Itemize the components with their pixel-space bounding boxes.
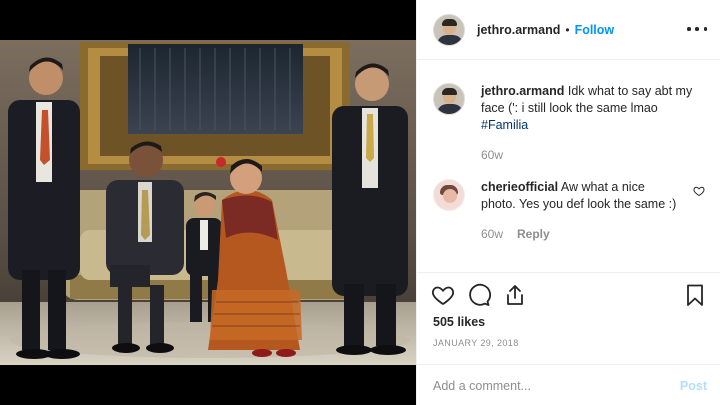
post-actions: 505 likes JANUARY 29, 2018 Post xyxy=(417,272,720,405)
caption: jethro.armand Idk what to say abt my fac… xyxy=(433,83,705,162)
post-sidebar: jethro.armand • Follow jethro.armand Idk… xyxy=(416,0,720,405)
comment-like-icon[interactable] xyxy=(693,185,705,197)
follow-button[interactable]: Follow xyxy=(575,23,615,37)
post-photo-pane xyxy=(0,0,416,405)
reply-button[interactable]: Reply xyxy=(517,227,550,241)
comment-age[interactable]: 60w xyxy=(481,227,503,241)
caption-age[interactable]: 60w xyxy=(481,148,503,162)
caption-text: jethro.armand Idk what to say abt my fac… xyxy=(481,83,705,134)
caption-meta: 60w xyxy=(481,148,705,162)
author-username[interactable]: jethro.armand xyxy=(477,23,560,37)
action-icons xyxy=(431,283,527,309)
header-separator: • xyxy=(565,22,570,37)
comment-text: cherieofficial Aw what a nice photo. Yes… xyxy=(481,179,705,213)
share-icon[interactable] xyxy=(503,283,527,307)
post-date[interactable]: JANUARY 29, 2018 xyxy=(433,338,519,348)
post-photo[interactable] xyxy=(0,40,416,365)
comment-meta: 60w Reply xyxy=(481,227,705,241)
likes-count[interactable]: 505 likes xyxy=(433,315,485,329)
commenter-avatar[interactable] xyxy=(433,179,465,211)
caption-avatar[interactable] xyxy=(433,83,465,115)
comment-icon[interactable] xyxy=(467,283,491,307)
caption-username[interactable]: jethro.armand xyxy=(481,84,564,98)
comment-input[interactable] xyxy=(433,378,680,393)
comment-composer: Post xyxy=(417,364,720,405)
bookmark-icon[interactable] xyxy=(683,283,707,307)
comments-section[interactable]: jethro.armand Idk what to say abt my fac… xyxy=(417,61,720,272)
comment-username[interactable]: cherieofficial xyxy=(481,180,558,194)
post-header: jethro.armand • Follow xyxy=(417,0,720,60)
comment-item: cherieofficial Aw what a nice photo. Yes… xyxy=(433,179,705,241)
post-comment-button[interactable]: Post xyxy=(680,379,707,393)
heart-icon[interactable] xyxy=(431,283,455,307)
author-avatar[interactable] xyxy=(433,13,465,46)
more-options-icon[interactable] xyxy=(687,20,707,38)
hashtag-link[interactable]: #Familia xyxy=(481,118,528,132)
